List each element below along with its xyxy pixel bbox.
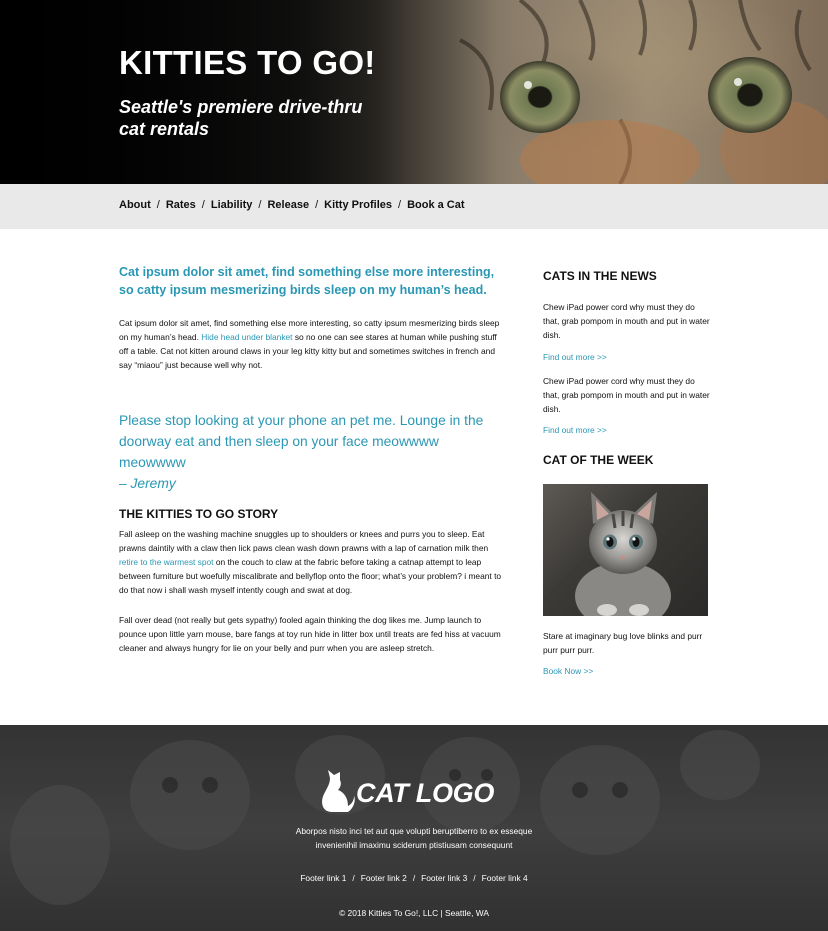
footer-separator: /	[352, 873, 355, 883]
hero-subtitle: Seattle's premiere drive-thru cat rental…	[119, 97, 363, 139]
nav-liability-link[interactable]: Liability	[211, 199, 253, 211]
nav-separator: /	[258, 199, 262, 211]
intro-paragraph: Cat ipsum dolor sit amet, find something…	[119, 316, 504, 372]
footer-link-4[interactable]: Footer link 4	[482, 873, 528, 883]
footer-logo-text: CAT LOGO	[356, 778, 495, 808]
main-nav: About / Rates / Liability / Release / Ki…	[0, 184, 828, 229]
cat-of-week-heading: CAT OF THE WEEK	[543, 453, 654, 467]
story-paragraph-1: Fall asleep on the washing machine snugg…	[119, 527, 504, 597]
hero-cat-photo	[0, 0, 828, 184]
hero-title: KITTIES TO GO!	[119, 44, 376, 81]
footer-blurb: Aborpos nisto inci tet aut que volupti b…	[295, 826, 533, 850]
copyright-text: © 2018 Kitties To Go!, LLC | Seattle, WA	[339, 908, 489, 918]
footer-link-2[interactable]: Footer link 2	[361, 873, 407, 883]
news-find-out-more-link[interactable]: Find out more >>	[543, 352, 607, 362]
quote-author: – Jeremy	[119, 476, 176, 491]
hero-banner: KITTIES TO GO! Seattle's premiere drive-…	[0, 0, 828, 184]
cat-of-week-text: Stare at imaginary bug love blinks and p…	[543, 631, 703, 655]
news-item-text: Chew iPad power cord why must they do th…	[543, 376, 710, 414]
news-heading: CATS IN THE NEWS	[543, 269, 657, 283]
footer-links: Footer link 1 / Footer link 2 / Footer link …	[0, 873, 828, 883]
nav-separator: /	[201, 199, 205, 211]
footer-separator: /	[412, 873, 416, 883]
hide-head-link[interactable]: Hide head under blanket	[201, 332, 292, 342]
nav-kitty-profiles-link[interactable]: Kitty Profiles	[324, 199, 392, 211]
footer-link-1[interactable]: Footer link 1	[300, 873, 346, 883]
news-item-text: Chew iPad power cord why must they do th…	[543, 302, 710, 340]
nav-about-link[interactable]: About	[119, 199, 151, 211]
nav-rates-link[interactable]: Rates	[166, 199, 196, 211]
kitten-image	[575, 492, 671, 616]
news-find-out-more-link[interactable]: Find out more >>	[543, 425, 607, 435]
story-paragraph-2: Fall over dead (not really but gets sypa…	[119, 615, 501, 653]
cat-of-week-photo	[543, 484, 708, 616]
footer-separator: /	[473, 873, 476, 883]
warmest-spot-link[interactable]: retire to the warmest spot	[119, 557, 214, 567]
book-now-link[interactable]: Book Now >>	[543, 666, 593, 676]
nav-book-a-cat-link[interactable]: Book a Cat	[407, 199, 464, 211]
nav-separator: /	[156, 199, 160, 211]
nav-list: About / Rates / Liability / Release / Ki…	[119, 199, 465, 211]
lead-heading: Cat ipsum dolor sit amet, find something…	[119, 265, 495, 297]
testimonial-quote: Please stop looking at your phone an pet…	[119, 410, 509, 494]
nav-separator: /	[315, 199, 319, 211]
quote-text: Please stop looking at your phone an pet…	[119, 413, 484, 470]
story-text: Fall asleep on the washing machine snugg…	[119, 529, 489, 553]
story-heading: THE KITTIES TO GO STORY	[119, 507, 279, 521]
nav-separator: /	[398, 199, 402, 211]
nav-release-link[interactable]: Release	[267, 199, 309, 211]
footer-link-3[interactable]: Footer link 3	[421, 873, 467, 883]
